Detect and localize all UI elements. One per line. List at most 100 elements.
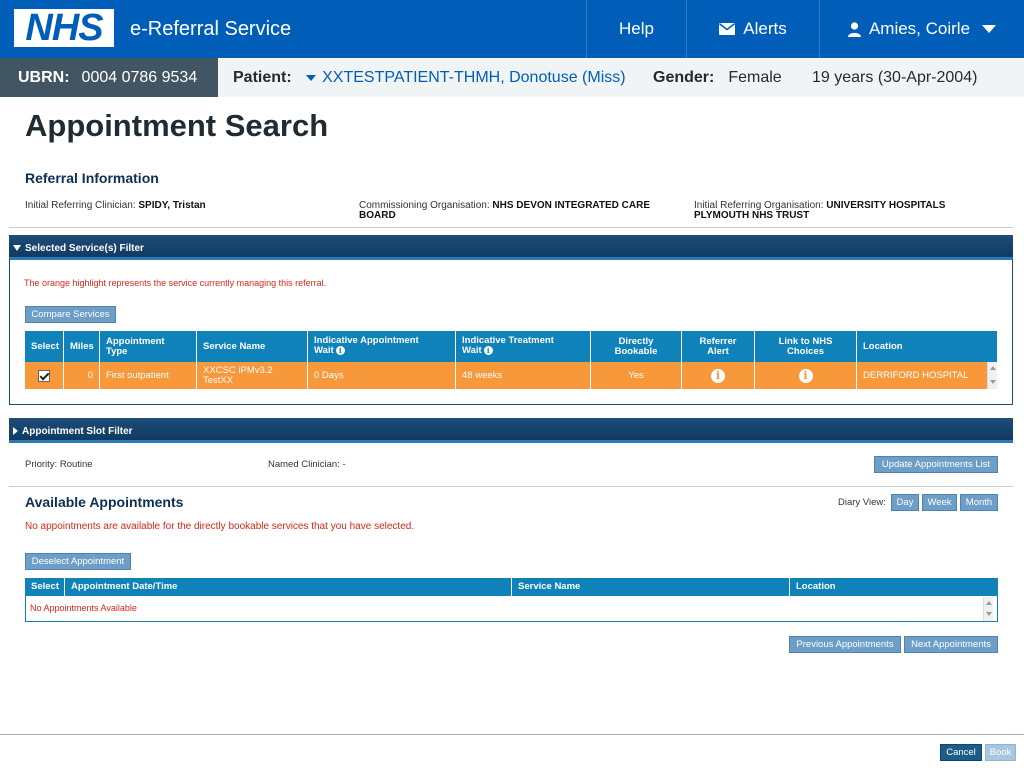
gender-value: Female: [728, 69, 782, 86]
col-appointment-datetime[interactable]: Appointment Date/Time: [65, 578, 512, 596]
page-title: Appointment Search: [25, 108, 329, 143]
named-clinician: Named Clinician: -: [268, 459, 346, 470]
scroll-down-icon[interactable]: [990, 380, 996, 384]
col-service-name[interactable]: Service Name: [512, 578, 790, 596]
col-nhs-choices[interactable]: Link to NHS Choices: [755, 331, 857, 362]
col-select[interactable]: Select: [25, 331, 64, 362]
chevron-down-icon: [982, 25, 997, 33]
appointments-table-header: Select Appointment Date/Time Service Nam…: [25, 578, 998, 596]
table-row[interactable]: 0 First outpatient XXCSC iPMv3.2 TestXX 0…: [25, 362, 987, 389]
cancel-button[interactable]: Cancel: [940, 744, 982, 761]
appointments-scrollbar[interactable]: [983, 597, 993, 621]
col-directly-bookable[interactable]: Directly Bookable: [591, 331, 682, 362]
service-name-cell[interactable]: XXCSC iPMv3.2 TestXX: [197, 362, 308, 389]
diary-view-label: Diary View:: [838, 497, 886, 508]
col-appointment-wait[interactable]: Indicative Appointment Wait i: [308, 331, 456, 362]
caret-down-icon: [306, 74, 317, 81]
expand-icon: [13, 427, 18, 436]
info-icon[interactable]: i: [335, 346, 345, 356]
slot-filter-title: Appointment Slot Filter: [22, 426, 133, 437]
footer-divider: [0, 734, 1024, 735]
col-miles[interactable]: Miles: [64, 331, 100, 362]
envelope-icon: [719, 23, 736, 35]
referring-org-value: UNIVERSITY HOSPITALS: [826, 200, 946, 211]
commissioning-org: Commissioning Organisation: NHS DEVON IN…: [359, 201, 650, 221]
nhs-logo[interactable]: NHS: [14, 9, 114, 47]
slot-filter-header[interactable]: Appointment Slot Filter: [9, 418, 1013, 443]
next-appointments-button[interactable]: Next Appointments: [904, 636, 998, 653]
info-icon[interactable]: i: [483, 346, 493, 356]
alerts-label: Alerts: [743, 19, 787, 38]
nhs-choices-cell: i: [755, 362, 857, 389]
commissioning-value: NHS DEVON INTEGRATED CARE: [492, 200, 651, 211]
divider: [9, 486, 1013, 487]
col-treatment-wait[interactable]: Indicative Treatment Wait i: [456, 331, 591, 362]
col-nhs-choices-line2: Choices: [787, 345, 824, 357]
col-appointment-type[interactable]: Appointment Type: [100, 331, 197, 362]
miles-cell: 0: [64, 362, 100, 389]
deselect-appointment-button[interactable]: Deselect Appointment: [25, 553, 131, 570]
col-directly-bookable-line2: Bookable: [614, 345, 658, 357]
empty-appointments-row: No Appointments Available: [30, 603, 137, 613]
patient-name: XXTESTPATIENT-THMH, Donotuse (Miss): [322, 69, 626, 86]
previous-appointments-button[interactable]: Previous Appointments: [789, 636, 901, 653]
priority: Priority: Routine: [25, 459, 93, 470]
referring-org: Initial Referring Organisation: UNIVERSI…: [694, 201, 945, 221]
ubrn-label: UBRN:: [18, 69, 70, 86]
appointment-wait-cell: 0 Days: [308, 362, 456, 389]
book-button[interactable]: Book: [985, 744, 1016, 761]
appointment-type-cell: First outpatient: [100, 362, 197, 389]
scroll-up-icon[interactable]: [990, 366, 996, 370]
select-checkbox[interactable]: [38, 369, 50, 382]
gender-info: Gender: Female: [653, 58, 782, 97]
age-dob: 19 years (30-Apr-2004): [812, 69, 978, 86]
referring-clinician: Initial Referring Clinician: SPIDY, Tris…: [25, 201, 206, 211]
scroll-down-icon[interactable]: [986, 612, 992, 616]
patient-label: Patient:: [233, 69, 292, 86]
col-service-name[interactable]: Service Name: [197, 331, 308, 362]
col-referrer-alert-line2: Alert: [707, 345, 729, 357]
col-location[interactable]: Location: [790, 578, 998, 596]
info-icon[interactable]: i: [711, 368, 725, 383]
location-cell: DERRIFORD HOSPITAL: [863, 369, 969, 381]
scroll-up-icon[interactable]: [986, 601, 992, 605]
col-location[interactable]: Location: [857, 331, 997, 362]
services-table-header: Select Miles Appointment Type Service Nam…: [25, 331, 997, 362]
compare-services-button[interactable]: Compare Services: [25, 306, 116, 323]
col-select[interactable]: Select: [25, 578, 65, 596]
ubrn: UBRN: 0004 0786 9534: [0, 58, 218, 97]
alerts-link[interactable]: Alerts: [686, 0, 819, 58]
services-scrollbar[interactable]: [987, 362, 997, 389]
diary-month-button[interactable]: Month: [960, 494, 998, 511]
col-referrer-alert[interactable]: Referrer Alert: [682, 331, 755, 362]
available-appointments-title: Available Appointments: [25, 494, 184, 510]
service-filter-header[interactable]: Selected Service(s) Filter: [9, 235, 1013, 260]
col-appointment-wait-line2: Wait: [314, 345, 334, 357]
diary-week-button[interactable]: Week: [922, 494, 957, 511]
patient-banner: UBRN: 0004 0786 9534 Patient: XXTESTPATIE…: [0, 58, 1024, 97]
update-appointments-button[interactable]: Update Appointments List: [874, 456, 998, 473]
clinician-value: SPIDY, Tristan: [138, 200, 206, 211]
user-menu[interactable]: Amies, Coirle: [819, 0, 1024, 58]
service-filter-title: Selected Service(s) Filter: [25, 243, 144, 254]
service-name: e-Referral Service: [130, 18, 292, 40]
info-icon[interactable]: i: [798, 368, 813, 383]
nhs-logo-text: NHS: [25, 7, 103, 49]
gender-label: Gender:: [653, 69, 715, 86]
user-icon: [847, 21, 861, 37]
help-link[interactable]: Help: [586, 0, 686, 58]
help-label: Help: [619, 19, 654, 38]
divider: [9, 227, 1013, 228]
clinician-label: Initial Referring Clinician:: [25, 200, 136, 211]
referring-org-value-2: PLYMOUTH NHS TRUST: [694, 210, 810, 221]
col-appointment-type-line2: Type: [106, 345, 128, 357]
referrer-alert-cell: i: [682, 362, 755, 389]
treatment-wait-cell: 48 weeks: [456, 362, 591, 389]
commissioning-value-2: BOARD: [359, 210, 396, 221]
collapse-icon: [13, 245, 21, 252]
select-cell: [25, 362, 64, 389]
patient-name-link[interactable]: XXTESTPATIENT-THMH, Donotuse (Miss): [306, 69, 626, 86]
ubrn-value: 0004 0786 9534: [81, 69, 198, 86]
diary-day-button[interactable]: Day: [891, 494, 919, 511]
directly-bookable-cell: Yes: [591, 362, 682, 389]
